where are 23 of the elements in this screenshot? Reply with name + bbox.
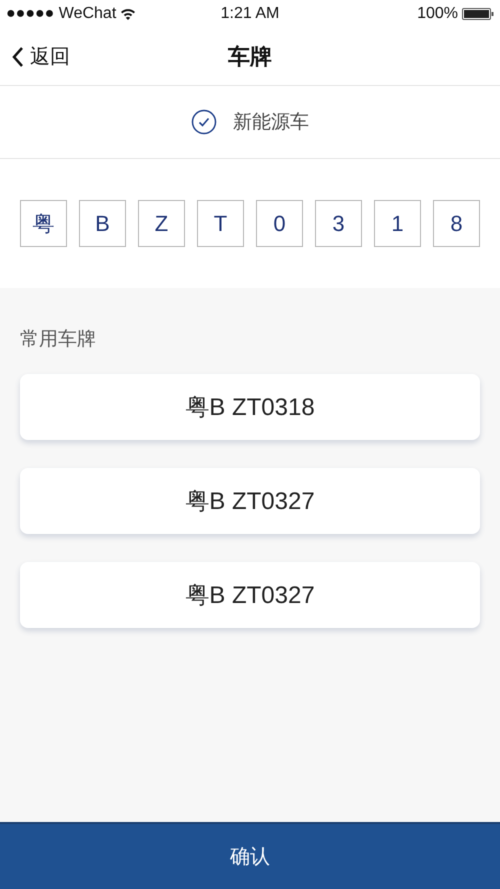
plate-char-field[interactable]: B: [79, 200, 126, 247]
battery-text: 100%: [417, 5, 458, 23]
plate-card[interactable]: 粤B ZT0318: [20, 374, 480, 440]
plate-char-field[interactable]: Z: [138, 200, 185, 247]
battery-icon: [462, 8, 494, 20]
plate-char-field[interactable]: 1: [374, 200, 421, 247]
plate-char-field[interactable]: 粤: [20, 200, 67, 247]
plate-card[interactable]: 粤B ZT0327: [20, 562, 480, 628]
section-heading: 常用车牌: [20, 328, 97, 352]
chevron-left-icon: [12, 46, 24, 68]
confirm-button[interactable]: 确认: [0, 822, 500, 889]
checkbox-icon[interactable]: [191, 109, 217, 135]
option-label: 新能源车: [233, 111, 309, 135]
plate-card[interactable]: 粤B ZT0327: [20, 468, 480, 534]
wifi-icon: [120, 8, 136, 20]
plate-char-field[interactable]: T: [197, 200, 244, 247]
page-title: 车牌: [228, 42, 272, 70]
plate-char-field[interactable]: 3: [315, 200, 362, 247]
plate-char-field[interactable]: 8: [433, 200, 480, 247]
carrier-text: ●●●●● WeChat: [6, 5, 116, 23]
back-button[interactable]: 返回: [12, 43, 70, 70]
plate-char-field[interactable]: 0: [256, 200, 303, 247]
clock-text: 1:21 AM: [220, 5, 280, 23]
